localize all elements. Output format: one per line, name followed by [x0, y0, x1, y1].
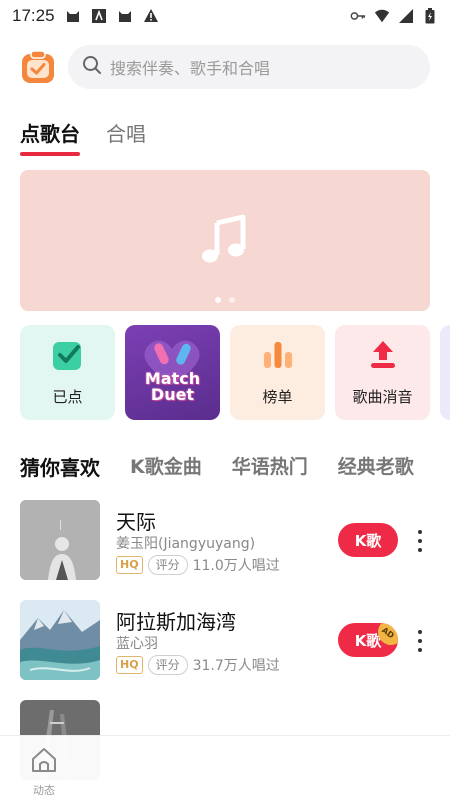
song-artist: 姜玉阳(Jiangyuyang) — [116, 536, 256, 552]
wifi-icon — [374, 8, 390, 24]
music-note-icon — [197, 211, 253, 271]
song-title: 天际 — [116, 510, 156, 534]
match-duet-line: Duet — [150, 384, 195, 404]
banner[interactable] — [20, 170, 430, 311]
tab-chinese-hot[interactable]: 华语热门 — [232, 452, 308, 481]
more-dot — [418, 539, 422, 543]
hq-badge: HQ — [116, 556, 143, 574]
song-title: 阿拉斯加海湾 — [116, 610, 236, 634]
song-item[interactable]: 阿拉斯加海湾 蓝心羽 HQ 评分 31.7万人唱过 K歌 AD — [20, 600, 440, 682]
more-options-icon[interactable] — [414, 526, 426, 556]
check-icon — [51, 338, 85, 376]
sing-button[interactable]: K歌 — [338, 523, 398, 557]
clipboard-check-icon[interactable] — [20, 49, 56, 85]
more-dot — [418, 630, 422, 634]
quick-entry-label: 歌曲消音 — [352, 388, 413, 406]
tab-k-hits[interactable]: K歌金曲 — [130, 452, 202, 481]
banner-dot — [215, 297, 221, 303]
tab-label: 点歌台 — [20, 122, 80, 146]
category-tabs: 猜你喜欢 K歌金曲 华语热门 经典老歌 — [20, 452, 414, 481]
quick-entry-charts[interactable]: 榜单 — [230, 325, 325, 420]
search-icon — [82, 55, 102, 79]
song-meta: HQ 评分 11.0万人唱过 — [116, 555, 280, 575]
more-dot — [418, 548, 422, 552]
warning-icon — [143, 8, 159, 24]
battery-icon — [422, 8, 438, 24]
rating-badge: 评分 — [147, 655, 188, 675]
key-icon — [350, 8, 366, 24]
bottom-nav: 动态 — [0, 735, 450, 800]
header: 搜索伴奏、歌手和合唱 — [0, 42, 450, 92]
hq-badge: HQ — [116, 656, 143, 674]
song-cover — [20, 500, 100, 580]
quick-entry-selected[interactable]: 已点 — [20, 325, 115, 420]
nav-label: 动态 — [33, 784, 55, 797]
app-a-icon — [91, 8, 107, 24]
search-placeholder: 搜索伴奏、歌手和合唱 — [110, 59, 271, 78]
status-right — [350, 8, 438, 24]
search-input[interactable]: 搜索伴奏、歌手和合唱 — [68, 45, 430, 89]
more-dot — [418, 648, 422, 652]
tab-classic-oldies[interactable]: 经典老歌 — [338, 452, 414, 481]
rating-badge: 评分 — [147, 555, 188, 575]
cat-icon — [65, 8, 81, 24]
sing-button[interactable]: K歌 AD — [338, 623, 398, 657]
upload-icon — [366, 338, 400, 376]
home-icon — [29, 746, 59, 778]
song-meta: HQ 评分 31.7万人唱过 — [116, 655, 280, 675]
tab-chorus[interactable]: 合唱 — [106, 118, 146, 156]
quick-entry-label: 榜单 — [262, 388, 293, 406]
match-duet-text: Match Duet — [145, 370, 200, 404]
quick-entry-match-duet[interactable]: Match Duet — [125, 325, 220, 420]
status-left: 17:25 — [12, 6, 159, 26]
song-item[interactable]: 天际 姜玉阳(Jiangyuyang) HQ 评分 11.0万人唱过 K歌 — [20, 500, 440, 582]
more-dot — [418, 530, 422, 534]
cat-icon — [117, 8, 133, 24]
sing-count: 11.0万人唱过 — [192, 558, 280, 574]
tab-guess-you-like[interactable]: 猜你喜欢 — [20, 452, 100, 481]
quick-entry-label: 已点 — [52, 388, 83, 406]
more-dot — [418, 639, 422, 643]
bar-chart-icon — [261, 338, 295, 376]
banner-pagination — [20, 297, 430, 303]
banner-dot — [229, 297, 235, 303]
more-options-icon[interactable] — [414, 626, 426, 656]
tab-song-request[interactable]: 点歌台 — [20, 118, 80, 156]
status-bar: 17:25 — [0, 0, 450, 32]
tab-label: 合唱 — [106, 122, 146, 146]
quick-entry-vocal-removal[interactable]: 歌曲消音 — [335, 325, 430, 420]
song-cover — [20, 600, 100, 680]
nav-item-feed[interactable]: 动态 — [22, 746, 66, 798]
sing-count: 31.7万人唱过 — [192, 658, 280, 674]
sing-button-label: K歌 — [354, 531, 382, 550]
tab-underline — [20, 152, 80, 156]
quick-entry-next[interactable] — [440, 325, 450, 420]
status-time: 17:25 — [12, 6, 55, 25]
song-artist: 蓝心羽 — [116, 636, 158, 652]
main-tabs: 点歌台 合唱 — [20, 118, 146, 156]
quick-entries: 已点 Match Duet 榜单 歌曲消音 — [20, 325, 450, 421]
signal-icon — [398, 8, 414, 24]
